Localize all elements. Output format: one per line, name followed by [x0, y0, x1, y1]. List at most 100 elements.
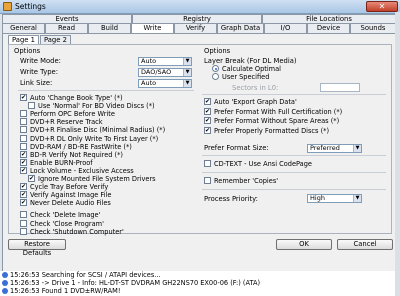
subtab-page-2[interactable]: Page 2: [39, 35, 71, 44]
checkbox-row[interactable]: ✔ Ignore Mounted File System Drivers: [28, 175, 156, 183]
restore-defaults-button[interactable]: Restore Defaults: [8, 239, 66, 257]
scrollbar[interactable]: [395, 12, 400, 296]
tab-general[interactable]: General: [2, 23, 45, 33]
user-specified-label: User Specified: [222, 73, 270, 81]
checkbox-label: DVD+R Finalise Disc (Minimal Radius) (*): [30, 126, 166, 135]
checkbox-icon: [20, 219, 27, 227]
tab-graph-data[interactable]: Graph Data: [217, 23, 264, 33]
checkbox-row[interactable]: Check 'Delete Image': [20, 211, 100, 219]
checkmark-icon: ✔: [20, 94, 27, 101]
separator: [202, 94, 386, 95]
checkbox-row[interactable]: DVD-RAM / BD-RE FastWrite (*): [20, 142, 132, 151]
checkbox-label: DVD-RAM / BD-RE FastWrite (*): [30, 142, 132, 151]
title-bar: Settings ✕: [0, 0, 400, 14]
checkbox-icon: [20, 110, 27, 118]
right-options-title: Options: [204, 47, 231, 55]
radio-unselected-icon: [212, 73, 219, 80]
subtab-row: Page 1 Page 2: [8, 35, 72, 44]
checkbox-label: Auto 'Export Graph Data': [214, 98, 297, 106]
checkbox-icon: [20, 227, 27, 235]
checkbox-icon: [204, 177, 211, 184]
checkmark-icon: ✔: [28, 175, 35, 182]
checkbox-row[interactable]: ✔ BD-R Verify Not Required (*): [20, 150, 123, 159]
tab-verify[interactable]: Verify: [174, 23, 217, 33]
checkbox-label: Enable BURN-Proof: [30, 158, 93, 167]
prefer-format-size-value: Preferred: [310, 144, 340, 152]
checkbox-icon: [28, 102, 35, 110]
checkbox-row[interactable]: ✔ Prefer Format Without Spare Areas (*): [204, 117, 339, 125]
process-priority-value: High: [310, 194, 325, 202]
checkbox-row[interactable]: ✔ Auto 'Change Book Type' (*): [20, 94, 123, 102]
checkbox-icon: [204, 160, 211, 167]
log-line-text: 15:26:53 Searching for SCSI / ATAPI devi…: [10, 271, 161, 279]
write-type-value: DAO/SAO: [141, 68, 172, 76]
tab-write[interactable]: Write: [131, 23, 174, 33]
checkmark-icon: ✔: [20, 150, 27, 158]
link-size-value: Auto: [141, 79, 157, 87]
log-line-text: 15:26:53 Found 1 DVD±RW/RAM!: [10, 287, 121, 295]
write-type-select[interactable]: DAO/SAO ▼: [138, 68, 192, 77]
checkbox-icon: [20, 142, 27, 150]
checkbox-label: Lock Volume - Exclusive Access: [30, 166, 134, 175]
checkbox-row[interactable]: Check 'Close Program': [20, 219, 104, 228]
process-priority-label: Process Priority:: [204, 195, 258, 203]
checkbox-label: Prefer Properly Formatted Discs (*): [214, 126, 330, 135]
checkbox-label: Check 'Shutdown Computer': [30, 227, 124, 236]
tab-sounds[interactable]: Sounds: [350, 23, 396, 33]
checkbox-row[interactable]: DVD+R DL Only Write To First Layer (*): [20, 134, 158, 143]
checkbox-row[interactable]: ✔ Never Delete Audio Files: [20, 199, 111, 207]
log-panel: 15:26:53 Searching for SCSI / ATAPI devi…: [0, 271, 400, 296]
checkmark-icon: ✔: [20, 166, 27, 174]
calculate-optimal-radio[interactable]: Calculate Optimal: [212, 65, 281, 73]
tab-build[interactable]: Build: [88, 23, 131, 33]
checkbox-row[interactable]: DVD+R Reserve Track: [20, 118, 103, 126]
chevron-down-icon: ▼: [183, 58, 191, 65]
tab-read[interactable]: Read: [45, 23, 88, 33]
cdtext-checkbox[interactable]: CD-TEXT - Use Ansi CodePage: [204, 160, 312, 168]
checkbox-label: Prefer Format Without Spare Areas (*): [214, 117, 340, 125]
cancel-button[interactable]: Cancel: [337, 239, 393, 250]
checkbox-label: Cycle Tray Before Verify: [30, 183, 109, 192]
ok-button[interactable]: OK: [276, 239, 332, 250]
close-button[interactable]: ✕: [366, 1, 398, 12]
checkmark-icon: ✔: [204, 98, 211, 105]
checkbox-row[interactable]: Perform OPC Before Write: [20, 110, 115, 118]
checkmark-icon: ✔: [20, 183, 27, 191]
checkbox-row[interactable]: ✔ Prefer Properly Formatted Discs (*): [204, 126, 330, 135]
separator: [202, 189, 386, 190]
write-mode-select[interactable]: Auto ▼: [138, 57, 192, 66]
subtab-page-1[interactable]: Page 1: [8, 35, 39, 44]
layer-break-title: Layer Break (For DL Media): [204, 57, 297, 65]
process-priority-select[interactable]: High ▼: [307, 194, 362, 203]
checkmark-icon: ✔: [20, 199, 27, 207]
tab-io[interactable]: I/O: [264, 23, 307, 33]
log-line: 15:26:53 Searching for SCSI / ATAPI devi…: [2, 271, 161, 279]
chevron-down-icon: ▼: [183, 69, 191, 76]
separator: [202, 172, 386, 173]
checkbox-row[interactable]: ✔ Verify Against Image File: [20, 191, 111, 199]
window-title: Settings: [15, 2, 46, 11]
link-size-select[interactable]: Auto ▼: [138, 79, 192, 88]
checkbox-row[interactable]: DVD+R Finalise Disc (Minimal Radius) (*): [20, 126, 165, 134]
sectors-label: Sectors in L0:: [232, 84, 279, 92]
sectors-input[interactable]: [320, 83, 360, 92]
checkbox-row[interactable]: ✔ Cycle Tray Before Verify: [20, 183, 108, 191]
chevron-down-icon: ▼: [183, 80, 191, 87]
checkbox-row[interactable]: ✔ Enable BURN-Proof: [20, 158, 93, 167]
checkmark-icon: ✔: [20, 158, 27, 166]
checkbox-row[interactable]: Check 'Shutdown Computer': [20, 227, 124, 236]
log-line: 15:26:53 Found 1 DVD±RW/RAM!: [2, 287, 121, 295]
user-specified-radio[interactable]: User Specified: [212, 73, 269, 81]
tab-device[interactable]: Device: [307, 23, 350, 33]
info-icon: [2, 288, 8, 294]
checkbox-row[interactable]: Use 'Normal' For BD Video Discs (*): [28, 102, 155, 110]
checkbox-row[interactable]: ✔ Prefer Format With Full Certification (…: [204, 107, 342, 116]
info-icon: [2, 280, 8, 286]
remember-copies-checkbox[interactable]: Remember 'Copies': [204, 177, 278, 185]
prefer-format-size-select[interactable]: Preferred ▼: [307, 144, 362, 153]
checkbox-row[interactable]: ✔ Lock Volume - Exclusive Access: [20, 166, 134, 175]
checkbox-label: Auto 'Change Book Type' (*): [30, 94, 123, 102]
checkbox-icon: [20, 126, 27, 134]
checkbox-row[interactable]: ✔ Auto 'Export Graph Data': [204, 98, 297, 106]
checkbox-label: Check 'Delete Image': [30, 211, 101, 220]
